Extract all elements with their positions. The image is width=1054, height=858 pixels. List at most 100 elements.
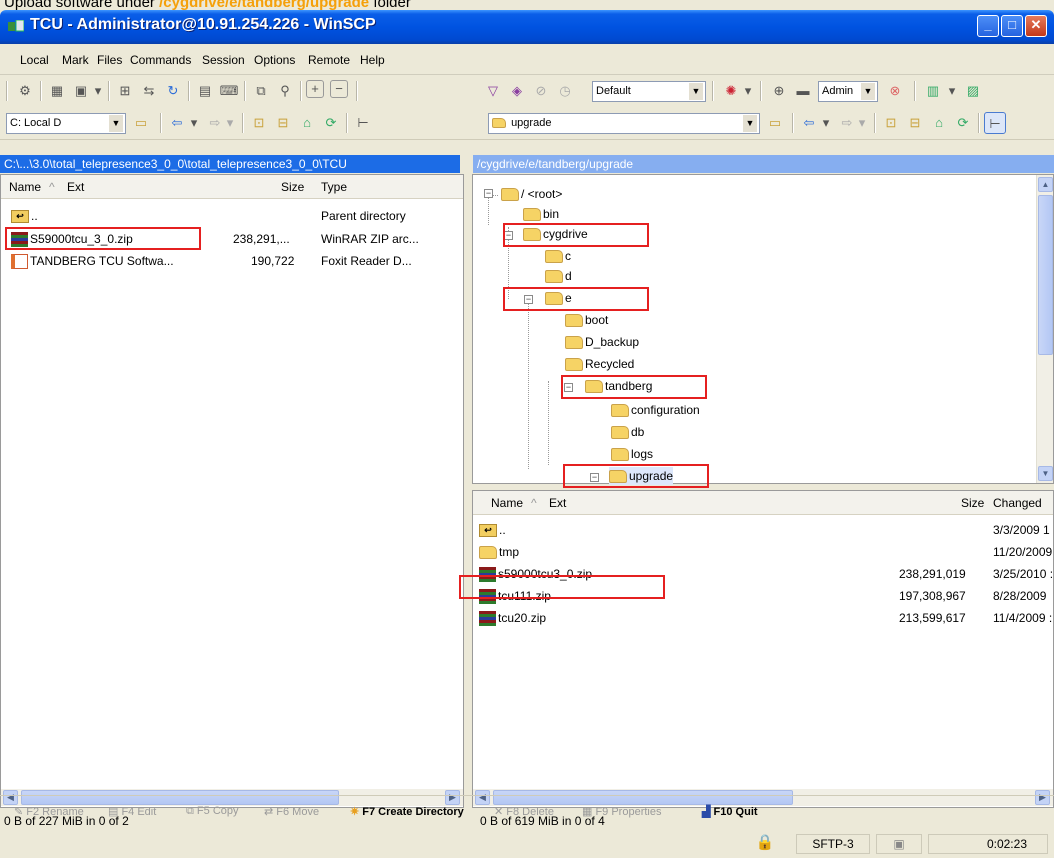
menu-remote[interactable]: Remote — [308, 53, 350, 67]
f4-edit-button[interactable]: ▤ F4 Edit — [108, 805, 156, 818]
tree-node-c[interactable]: c — [565, 249, 571, 263]
preferences-gear-icon[interactable]: ⚙ — [14, 80, 36, 102]
col-size[interactable]: Size — [961, 496, 984, 510]
tree-toggle-icon[interactable]: ⊢ — [984, 112, 1006, 134]
col-size[interactable]: Size — [281, 180, 304, 194]
table-row[interactable]: TANDBERG TCU Softwa... 190,722 Foxit Rea… — [11, 252, 451, 270]
refresh-icon[interactable]: ⟳ — [320, 112, 342, 134]
home-icon[interactable]: ⌂ — [928, 112, 950, 134]
tree-node-dbackup[interactable]: D_backup — [585, 335, 639, 349]
tree-node-boot[interactable]: boot — [585, 313, 608, 327]
collapse-icon[interactable]: − — [484, 189, 493, 198]
col-name[interactable]: Name — [9, 180, 41, 194]
home-icon[interactable]: ⌂ — [296, 112, 318, 134]
remote-dir-tree[interactable]: − / <root> bin − cygdrive c d − e boot D… — [472, 174, 1054, 488]
network-icon[interactable]: ⚲ — [274, 80, 296, 102]
tree-node-root[interactable]: / <root> — [521, 187, 562, 201]
dropdown-arrow-icon[interactable]: ▾ — [946, 80, 958, 102]
open-directory-icon[interactable]: ▭ — [130, 112, 152, 134]
root-dir-icon[interactable]: ⊟ — [904, 112, 926, 134]
tree-vscrollbar[interactable]: ▲ ▼ — [1036, 175, 1053, 483]
synchronize-icon[interactable]: ⇆ — [138, 80, 160, 102]
remote-file-panel[interactable]: Name ^ Ext Size Changed ↩.. 3/3/2009 1 t… — [459, 490, 1054, 808]
dropdown-arrow-icon[interactable]: ▾ — [224, 112, 236, 134]
local-drive-select[interactable]: C: Local D ▼ — [6, 113, 126, 134]
disconnect-icon[interactable]: ⊗ — [884, 80, 906, 102]
tree-node-recycled[interactable]: Recycled — [585, 357, 634, 371]
menu-session[interactable]: Session — [202, 53, 245, 67]
select-plus-icon[interactable]: + — [306, 80, 324, 98]
parent-dir-icon[interactable]: ⊡ — [248, 112, 270, 134]
menu-commands[interactable]: Commands — [130, 53, 191, 67]
scroll-thumb[interactable] — [1038, 195, 1053, 355]
f6-move-button[interactable]: ⇄ F6 Move — [264, 805, 319, 818]
back-arrow-icon[interactable]: ⇦ — [798, 112, 820, 134]
minimize-button[interactable]: _ — [977, 15, 999, 37]
invert-selection-icon[interactable]: ◈ — [506, 80, 528, 102]
panel-layout-icon[interactable]: ▨ — [962, 80, 984, 102]
col-type[interactable]: Type — [321, 180, 347, 194]
remote-path-bar[interactable]: /cygdrive/e/tandberg/upgrade — [473, 155, 1054, 173]
queue-icon[interactable]: ▦ — [46, 80, 68, 102]
menu-files[interactable]: Files — [97, 53, 122, 67]
col-changed[interactable]: Changed — [993, 496, 1042, 510]
tree-node-d[interactable]: d — [565, 269, 572, 283]
menu-mark[interactable]: Mark — [62, 53, 89, 67]
f5-copy-button[interactable]: ⧉ F5 Copy — [186, 805, 239, 818]
forward-arrow-icon[interactable]: ⇨ — [204, 112, 226, 134]
f8-delete-button[interactable]: ✕ F8 Delete — [494, 805, 554, 818]
maximize-button[interactable]: □ — [1001, 15, 1023, 37]
table-row[interactable]: tmp 11/20/2009 — [479, 543, 1052, 561]
console-icon[interactable]: ▤ — [194, 80, 216, 102]
open-session-icon[interactable]: ▬ — [792, 80, 814, 102]
window-titlebar[interactable]: TCU - Administrator@10.91.254.226 - WinS… — [0, 10, 1054, 44]
dropdown-arrow-icon[interactable]: ▾ — [92, 80, 104, 102]
table-row[interactable]: ↩.. 3/3/2009 1 — [479, 521, 1050, 539]
table-row[interactable]: tcu20.zip 213,599,617 11/4/2009 : — [479, 609, 1052, 627]
dropdown-arrow-icon[interactable]: ▾ — [188, 112, 200, 134]
scroll-up-icon[interactable]: ▲ — [1038, 177, 1053, 192]
keep-uptodate-icon[interactable]: ↻ — [162, 80, 184, 102]
menu-local[interactable]: Local — [20, 53, 49, 67]
dropdown-arrow-icon[interactable]: ▾ — [820, 112, 832, 134]
table-row[interactable]: ↩.. Parent directory — [11, 207, 451, 225]
remote-dir-select[interactable]: upgrade ▼ — [488, 113, 760, 134]
select-minus-icon[interactable]: − — [330, 80, 348, 98]
layout-icon[interactable]: ▥ — [922, 80, 944, 102]
col-ext[interactable]: Ext — [67, 180, 84, 194]
terminal-icon[interactable]: ▣ — [70, 80, 92, 102]
dropdown-arrow-icon[interactable]: ▾ — [742, 80, 754, 102]
refresh-icon[interactable]: ⟳ — [952, 112, 974, 134]
transfer-settings-select[interactable]: Default ▼ — [592, 81, 706, 102]
f7-create-directory-button[interactable]: ✷ F7 Create Directory — [350, 805, 464, 818]
tree-node-configuration[interactable]: configuration — [631, 403, 700, 417]
col-ext[interactable]: Ext — [549, 496, 566, 510]
menu-options[interactable]: Options — [254, 53, 295, 67]
dropdown-arrow-icon[interactable]: ▾ — [856, 112, 868, 134]
close-button[interactable]: ✕ — [1025, 15, 1047, 37]
clear-selection-icon[interactable]: ⊘ — [530, 80, 552, 102]
compare-dirs-icon[interactable]: ⊞ — [114, 80, 136, 102]
local-path-bar[interactable]: C:\...\3.0\total_telepresence3_0_0\total… — [0, 155, 460, 173]
sessions-icon[interactable]: ⧉ — [250, 80, 272, 102]
profile-select[interactable]: Admin ▼ — [818, 81, 878, 102]
menu-help[interactable]: Help — [360, 53, 385, 67]
filter-icon[interactable]: ▽ — [482, 80, 504, 102]
f10-quit-button[interactable]: ▟ F10 Quit — [702, 805, 758, 818]
tree-node-logs[interactable]: logs — [631, 447, 653, 461]
open-directory-icon[interactable]: ▭ — [764, 112, 786, 134]
scroll-down-icon[interactable]: ▼ — [1038, 466, 1053, 481]
local-file-panel[interactable]: Name ^ Ext Size Type ↩.. Parent director… — [0, 174, 464, 808]
parent-dir-icon[interactable]: ⊡ — [880, 112, 902, 134]
new-session-icon[interactable]: ⊕ — [768, 80, 790, 102]
col-name[interactable]: Name — [491, 496, 523, 510]
forward-arrow-icon[interactable]: ⇨ — [836, 112, 858, 134]
back-arrow-icon[interactable]: ⇦ — [166, 112, 188, 134]
transfer-options-icon[interactable]: ✺ — [720, 80, 742, 102]
tree-node-bin[interactable]: bin — [543, 207, 559, 221]
tree-node-db[interactable]: db — [631, 425, 644, 439]
putty-icon[interactable]: ⌨ — [218, 80, 240, 102]
tree-toggle-icon[interactable]: ⊢ — [352, 112, 374, 134]
f2-rename-button[interactable]: ✎ F2 Rename — [14, 805, 84, 818]
f9-properties-button[interactable]: ▦ F9 Properties — [582, 805, 661, 818]
